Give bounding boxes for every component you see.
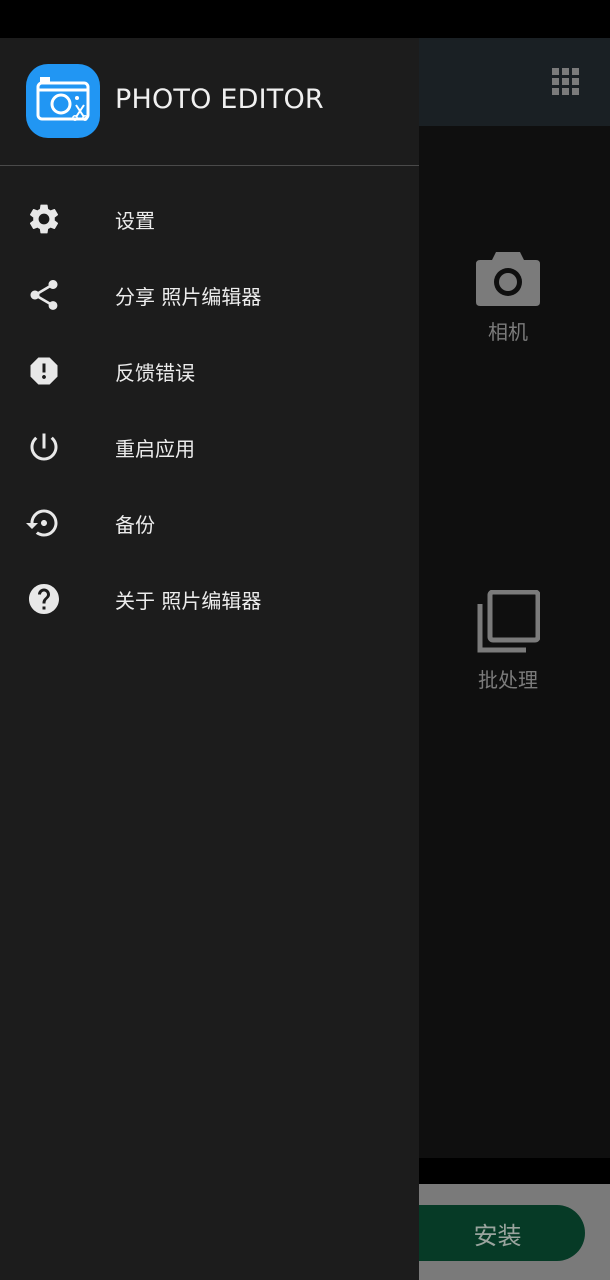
install-label: 安装 — [473, 1221, 522, 1250]
report-icon — [30, 357, 58, 385]
camera-logo-icon — [36, 77, 90, 121]
camera-icon — [476, 252, 540, 306]
backup-icon — [26, 509, 58, 537]
menu-item-label: 关于 照片编辑器 — [115, 589, 262, 613]
status-bar — [0, 0, 610, 38]
gear-icon — [29, 204, 59, 234]
camera-label: 相机 — [488, 320, 528, 344]
batch-icon — [477, 590, 540, 653]
drawer-header: PHOTO EDITOR — [0, 38, 419, 166]
menu-item-label: 反馈错误 — [115, 361, 195, 385]
batch-label: 批处理 — [478, 668, 538, 692]
menu-item-label: 备份 — [115, 513, 155, 537]
app-logo — [26, 64, 100, 138]
menu-item-settings[interactable]: 设置 — [0, 181, 419, 257]
share-icon — [30, 280, 58, 310]
navigation-drawer: PHOTO EDITOR 设置 分享 照片编辑器 反馈错误 重启应用 备份 关于… — [0, 38, 419, 1280]
grid-icon[interactable] — [552, 68, 580, 96]
menu-item-label: 设置 — [115, 209, 155, 233]
help-icon — [29, 584, 59, 614]
menu-item-share[interactable]: 分享 照片编辑器 — [0, 257, 419, 333]
app-title: PHOTO EDITOR — [115, 84, 324, 115]
menu-item-report-bug[interactable]: 反馈错误 — [0, 333, 419, 409]
menu-item-label: 分享 照片编辑器 — [115, 285, 262, 309]
screen: 相机 批处理 安装 PHOTO EDITOR 设置 分享 照片编辑器 反馈错误 … — [0, 0, 610, 1280]
drawer-menu: 设置 分享 照片编辑器 反馈错误 重启应用 备份 关于 照片编辑器 — [0, 181, 419, 637]
menu-item-label: 重启应用 — [115, 437, 195, 461]
menu-item-backup[interactable]: 备份 — [0, 485, 419, 561]
menu-item-about[interactable]: 关于 照片编辑器 — [0, 561, 419, 637]
batch-tile[interactable]: 批处理 — [458, 590, 558, 693]
power-icon — [30, 433, 58, 461]
menu-item-restart[interactable]: 重启应用 — [0, 409, 419, 485]
camera-tile[interactable]: 相机 — [458, 248, 558, 345]
